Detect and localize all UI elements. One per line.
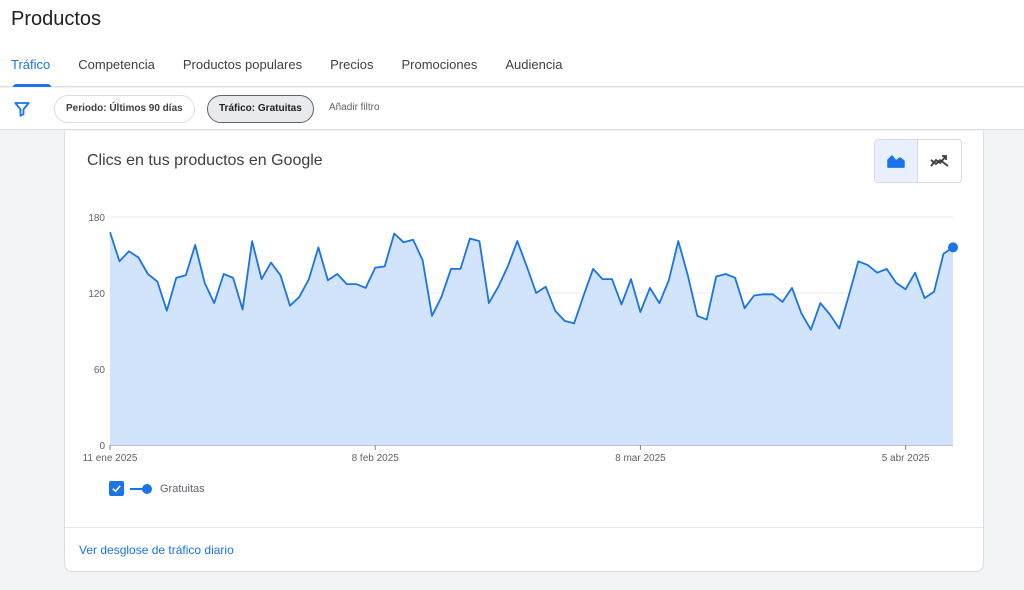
series-checkbox[interactable] [109, 481, 124, 496]
line-chart-button[interactable] [918, 140, 961, 182]
tab-trafico[interactable]: Tráfico [0, 49, 64, 87]
area-chart-icon [887, 155, 905, 168]
x-tick-label: 5 abr 2025 [882, 453, 930, 464]
tab-productos-populares[interactable]: Productos populares [169, 49, 316, 87]
card-divider [65, 527, 983, 528]
y-tick-label: 120 [88, 289, 105, 300]
tab-bar: Tráfico Competencia Productos populares … [0, 49, 576, 87]
tab-audiencia[interactable]: Audiencia [491, 49, 576, 87]
y-tick-label: 60 [94, 365, 106, 376]
trending-icon [929, 155, 949, 167]
clicks-card: Clics en tus productos en Google 0 60 120 1… [64, 131, 984, 572]
clicks-area-chart: 0 60 120 180 11 ene 2025 8 feb 2025 8 mar 2025… [83, 213, 958, 464]
series-area [110, 232, 953, 445]
check-icon [112, 485, 121, 493]
legend-label: Gratuitas [160, 482, 205, 495]
add-filter-link[interactable]: Añadir filtro [329, 102, 380, 113]
daily-breakdown-link[interactable]: Ver desglose de tráfico diario [79, 543, 234, 557]
series-endpoint [948, 242, 958, 253]
traffic-filter-chip[interactable]: Tráfico: Gratuitas [207, 95, 314, 123]
tab-promociones[interactable]: Promociones [387, 49, 491, 87]
filter-icon[interactable] [13, 100, 31, 118]
period-filter-chip[interactable]: Periodo: Últimos 90 días [54, 95, 195, 123]
x-tick-label: 11 ene 2025 [83, 453, 138, 464]
area-chart-button[interactable] [875, 140, 919, 182]
legend-swatch [130, 483, 152, 494]
chart-legend: Gratuitas [109, 481, 205, 496]
page-title: Productos [11, 8, 102, 30]
filter-bar: Periodo: Últimos 90 días Tráfico: Gratui… [0, 88, 1024, 130]
x-tick-label: 8 mar 2025 [615, 453, 666, 464]
chart-view-toggle [874, 139, 962, 183]
y-tick-label: 0 [99, 441, 105, 452]
tab-competencia[interactable]: Competencia [64, 49, 169, 87]
y-tick-label: 180 [88, 213, 105, 224]
card-title: Clics en tus productos en Google [87, 152, 323, 169]
x-tick-label: 8 feb 2025 [352, 453, 400, 464]
top-bar: Productos Tráfico Competencia Productos … [0, 0, 1024, 87]
tab-precios[interactable]: Precios [316, 49, 387, 87]
